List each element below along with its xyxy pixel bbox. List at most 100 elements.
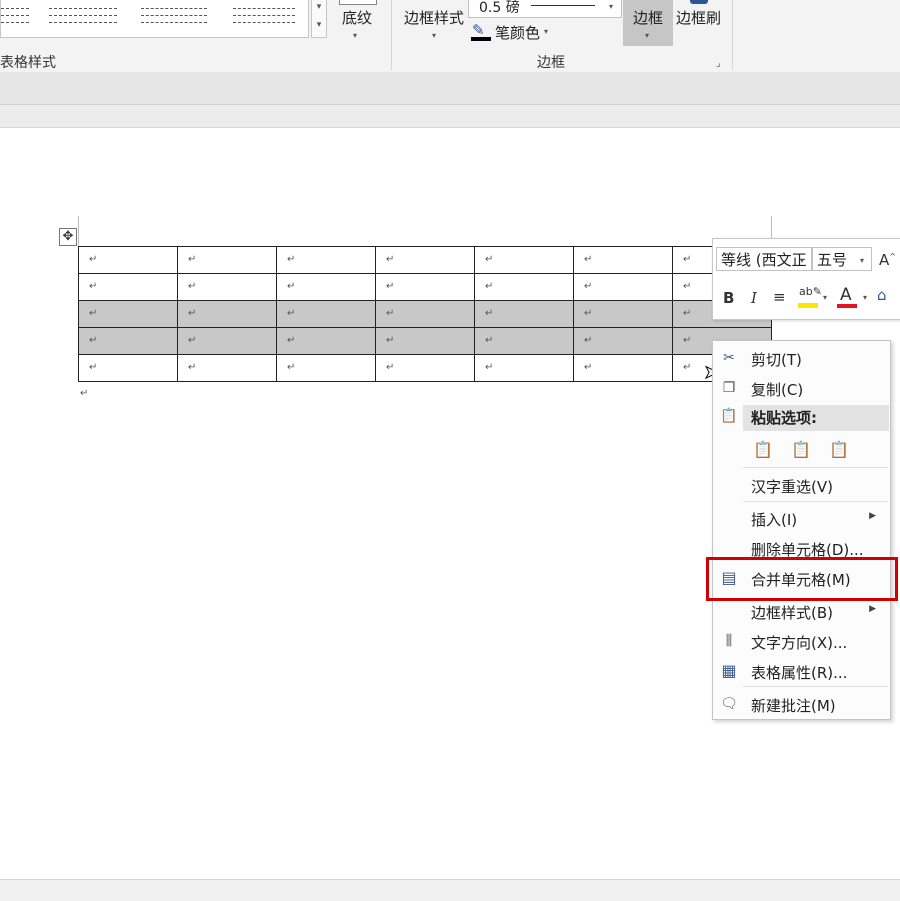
table-styles-gallery[interactable] (0, 0, 309, 38)
menu-item-reconvert[interactable]: 汉字重选(V) (713, 472, 888, 498)
table-row: ↵ ↵ ↵ ↵ ↵ ↵ ↵ (78, 354, 772, 382)
table-row-selected: ↵ ↵ ↵ ↵ ↵ ↵ ↵ (78, 300, 772, 328)
table-row: ↵ ↵ ↵ ↵ ↵ ↵ ↵ (78, 246, 772, 274)
table-cell[interactable]: ↵ (177, 273, 277, 301)
paste-keep-formatting-icon[interactable]: 📋 (751, 437, 775, 463)
table-cell[interactable]: ↵ (474, 246, 574, 274)
table-style-thumb[interactable] (233, 0, 295, 28)
group-separator (732, 0, 733, 70)
table-cell[interactable]: ↵ (474, 354, 574, 382)
bold-button[interactable]: B (723, 289, 734, 307)
gallery-more-icon[interactable]: ▾ (312, 20, 326, 30)
menu-item-cut[interactable]: ✂ 剪切(T) (713, 345, 888, 371)
text-direction-icon: ⫼ (725, 633, 733, 649)
table-cell[interactable]: ↵ (573, 273, 673, 301)
border-painter-button[interactable]: 边框刷 (674, 0, 724, 46)
table-style-thumb[interactable] (49, 0, 117, 28)
table-cell[interactable]: ↵ (276, 354, 376, 382)
font-color-letter: A (840, 285, 852, 305)
menu-item-border-styles[interactable]: 边框样式(B) ▶ (713, 598, 888, 624)
table-cell[interactable]: ↵ (474, 327, 574, 355)
pen-color-label: 笔颜色 (495, 24, 541, 42)
table-cell[interactable]: ↵ (375, 327, 475, 355)
italic-button[interactable]: I (751, 289, 757, 307)
grow-font-icon[interactable]: A^ (879, 251, 896, 269)
group-separator (391, 0, 392, 70)
table-cell[interactable]: ↵ (276, 273, 376, 301)
table-cell[interactable]: ↵ (573, 300, 673, 328)
table-cell[interactable]: ↵ (375, 246, 475, 274)
shading-button[interactable]: 底纹 ▾ (336, 0, 378, 48)
menu-item-copy[interactable]: ❐ 复制(C) (713, 375, 888, 401)
table-cell[interactable]: ↵ (78, 273, 178, 301)
table-cell[interactable]: ↵ (177, 354, 277, 382)
pen-weight-dropdown[interactable]: 0.5 磅 ▾ (468, 0, 622, 18)
menu-item-table-properties[interactable]: ▦ 表格属性(R)... (713, 658, 888, 684)
chevron-down-icon[interactable]: ▾ (860, 256, 864, 265)
ruler-bar (0, 72, 900, 105)
chevron-down-icon: ▾ (863, 293, 868, 302)
table-cell[interactable]: ↵ (573, 354, 673, 382)
document-table[interactable]: ↵ ↵ ↵ ↵ ↵ ↵ ↵ ↵ ↵ ↵ ↵ ↵ ↵ ↵ ↵ ↵ ↵ ↵ ↵ ↵ … (78, 246, 772, 382)
table-cell[interactable]: ↵ (474, 273, 574, 301)
border-styles-label: 边框样式 (404, 9, 465, 27)
table-cell[interactable]: ↵ (276, 327, 376, 355)
border-painter-icon (690, 0, 708, 4)
gallery-scrollbar[interactable]: ▾ ▾ (311, 0, 327, 38)
table-cell[interactable]: ↵ (78, 327, 178, 355)
font-color-bar (837, 304, 857, 308)
menu-item-insert[interactable]: 插入(I) ▶ (713, 505, 888, 531)
paste-merge-formatting-icon[interactable]: 📋 (789, 437, 813, 463)
chevron-down-icon: ▾ (609, 2, 614, 11)
borders-group-label: 边框 (537, 55, 565, 71)
table-cell[interactable]: ↵ (78, 246, 178, 274)
ribbon: ▾ ▾ 表格样式 底纹 ▾ 边框样式 ▾ 0.5 磅 ▾ ✎ 笔颜色 ▾ 边框 … (0, 0, 900, 73)
format-painter-icon[interactable]: ⌂ (877, 286, 887, 304)
clipboard-icon: 📋 (720, 408, 738, 424)
chevron-down-icon[interactable]: ▾ (800, 256, 804, 265)
table-cell[interactable]: ↵ (78, 300, 178, 328)
table-cell[interactable]: ↵ (177, 246, 277, 274)
table-cell[interactable]: ↵ (78, 354, 178, 382)
dialog-launcher-icon[interactable]: ⌟ (716, 58, 721, 69)
table-cell[interactable]: ↵ (375, 273, 475, 301)
table-cell[interactable]: ↵ (276, 246, 376, 274)
mini-toolbar: 等线 (西文正 ▾ 五号 ▾ A^ B I ≡ ab✎ ▾ A ▾ ⌂ (712, 238, 900, 320)
scroll-down-icon[interactable]: ▾ (312, 2, 326, 12)
table-cell[interactable]: ↵ (375, 354, 475, 382)
status-bar (0, 879, 900, 901)
document-margin-bar (0, 105, 900, 128)
chevron-down-icon: ▾ (353, 31, 358, 40)
table-cell[interactable]: ↵ (474, 300, 574, 328)
line-sample (531, 5, 595, 6)
border-styles-button[interactable]: 边框样式 ▾ (402, 0, 468, 48)
shading-label: 底纹 (342, 9, 373, 27)
paste-text-only-icon[interactable]: 📋 (827, 437, 851, 463)
highlighter-button[interactable]: ab✎ ▾ (797, 285, 833, 311)
chevron-down-icon: ▾ (645, 31, 650, 40)
table-cell[interactable]: ↵ (573, 246, 673, 274)
copy-icon: ❐ (722, 380, 736, 396)
table-move-handle-icon[interactable]: ✥ (59, 228, 77, 246)
table-cell[interactable]: ↵ (177, 300, 277, 328)
menu-item-text-direction[interactable]: ⫼ 文字方向(X)... (713, 628, 888, 654)
menu-item-new-comment[interactable]: 🗨 新建批注(M) (713, 691, 888, 717)
font-color-button[interactable]: A ▾ (837, 285, 871, 311)
pen-color-button[interactable]: ✎ 笔颜色 ▾ (470, 20, 560, 42)
table-style-thumb[interactable] (1, 0, 29, 28)
table-cell[interactable]: ↵ (177, 327, 277, 355)
table-cell[interactable]: ↵ (573, 327, 673, 355)
borders-button[interactable]: 边框 ▾ (623, 0, 673, 46)
table-style-thumb[interactable] (141, 0, 207, 28)
table-cell[interactable]: ↵ (276, 300, 376, 328)
center-align-icon[interactable]: ≡ (773, 288, 786, 306)
submenu-arrow-icon: ▶ (869, 511, 876, 521)
submenu-arrow-icon: ▶ (869, 604, 876, 614)
context-menu: ✂ 剪切(T) ❐ 复制(C) 📋 粘贴选项: 📋 📋 📋 汉字重选(V) 插入… (712, 340, 891, 720)
borders-label: 边框 (633, 9, 664, 27)
menu-separator (743, 501, 888, 502)
table-cell[interactable]: ↵ (375, 300, 475, 328)
font-name-dropdown[interactable]: 等线 (西文正 (716, 247, 812, 271)
pen-weight-value: 0.5 磅 (479, 0, 520, 16)
border-painter-label: 边框刷 (676, 9, 722, 27)
